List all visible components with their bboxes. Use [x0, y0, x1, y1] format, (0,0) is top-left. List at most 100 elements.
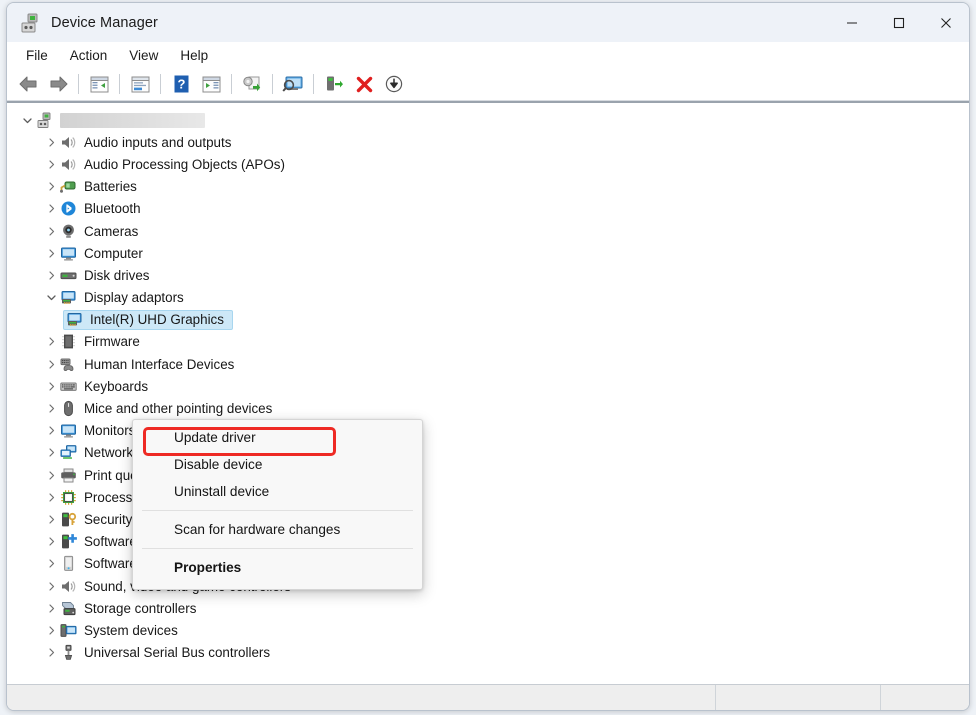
chevron-right-icon[interactable]	[43, 537, 60, 546]
chevron-right-icon[interactable]	[43, 404, 60, 413]
window-title: Device Manager	[51, 14, 158, 31]
device-manager-icon	[19, 12, 41, 34]
chevron-right-icon[interactable]	[43, 160, 60, 169]
tree-item-label: Mice and other pointing devices	[84, 401, 273, 417]
chevron-down-icon[interactable]	[43, 293, 60, 302]
chevron-right-icon[interactable]	[43, 360, 60, 369]
context-menu-item-disable-device[interactable]: Disable device	[133, 451, 422, 478]
tree-item-label: Firmware	[84, 334, 140, 350]
tree-item-universal-serial-bus-controllers[interactable]: Universal Serial Bus controllers	[7, 642, 969, 664]
tree-item-batteries[interactable]: Batteries	[7, 176, 969, 198]
chevron-down-icon[interactable]	[19, 116, 36, 125]
show-hide-console-tree-button[interactable]	[84, 71, 114, 98]
chevron-right-icon[interactable]	[43, 249, 60, 258]
scan-for-hardware-changes-button[interactable]	[278, 71, 308, 98]
forward-button[interactable]	[43, 71, 73, 98]
chevron-right-icon[interactable]	[43, 448, 60, 458]
tree-item-mice-and-other-pointing-devices[interactable]: Mice and other pointing devices	[7, 397, 969, 419]
tree-item-label: Keyboards	[84, 378, 149, 394]
menu-file[interactable]: File	[15, 45, 59, 66]
tree-item-display-adaptors[interactable]: Display adaptors	[7, 287, 969, 309]
menu-help[interactable]: Help	[169, 45, 219, 66]
battery-icon	[60, 178, 77, 195]
tree-item-label: Universal Serial Bus controllers	[84, 645, 271, 661]
update-driver-button[interactable]	[237, 71, 267, 98]
chevron-right-icon[interactable]	[43, 426, 60, 435]
enable-device-button[interactable]	[319, 71, 349, 98]
tree-item-label: Intel(R) UHD Graphics	[90, 312, 224, 328]
menu-view[interactable]: View	[118, 45, 169, 66]
menu-bar: File Action View Help	[7, 42, 969, 68]
tree-item-keyboards[interactable]: Keyboards	[7, 375, 969, 397]
tree-item-audio-processing-objects[interactable]: Audio Processing Objects (APOs)	[7, 153, 969, 175]
help-button[interactable]: ?	[166, 71, 196, 98]
device-context-menu[interactable]: Update driver Disable device Uninstall d…	[132, 419, 423, 590]
security-device-icon	[60, 511, 77, 528]
disk-drive-icon	[60, 267, 77, 284]
system-device-icon	[60, 622, 77, 639]
uninstall-device-button[interactable]	[349, 71, 379, 98]
tree-item-firmware[interactable]: Firmware	[7, 331, 969, 353]
tree-item-cameras[interactable]: Cameras	[7, 220, 969, 242]
tree-item-label: Bluetooth	[84, 201, 141, 217]
status-bar	[7, 684, 969, 710]
toolbar-separator	[160, 74, 161, 94]
device-tree-pane[interactable]: Audio inputs and outputs Audio Processin…	[7, 101, 969, 684]
tree-item-intel-uhd-graphics[interactable]: Intel(R) UHD Graphics	[7, 309, 969, 331]
chevron-right-icon[interactable]	[43, 515, 60, 524]
speaker-icon	[60, 156, 77, 173]
chevron-right-icon[interactable]	[43, 182, 60, 191]
device-manager-window: Device Manager File Action View Help ? A…	[6, 2, 970, 711]
toolbar-separator	[231, 74, 232, 94]
tree-item-human-interface-devices[interactable]: Human Interface Devices	[7, 353, 969, 375]
chevron-right-icon[interactable]	[43, 226, 60, 236]
tree-root-node[interactable]	[7, 109, 969, 131]
chevron-right-icon[interactable]	[43, 648, 60, 657]
status-bar-segment-2	[716, 685, 881, 710]
toolbar-separator	[313, 74, 314, 94]
maximize-button[interactable]	[875, 3, 922, 42]
minimize-button[interactable]	[828, 3, 875, 42]
display-adapter-icon	[66, 311, 83, 328]
tree-item-system-devices[interactable]: System devices	[7, 619, 969, 641]
chevron-right-icon[interactable]	[43, 337, 60, 347]
chevron-right-icon[interactable]	[43, 271, 60, 280]
properties-button[interactable]	[125, 71, 155, 98]
chevron-right-icon[interactable]	[43, 493, 60, 502]
tree-item-bluetooth[interactable]: Bluetooth	[7, 198, 969, 220]
chevron-right-icon[interactable]	[43, 581, 60, 591]
firmware-icon	[60, 333, 77, 350]
title-bar: Device Manager	[7, 3, 969, 42]
chevron-right-icon[interactable]	[43, 138, 60, 147]
tree-item-storage-controllers[interactable]: Storage controllers	[7, 597, 969, 619]
tree-item-disk-drives[interactable]: Disk drives	[7, 264, 969, 286]
chevron-right-icon[interactable]	[43, 626, 60, 635]
context-menu-item-scan-for-hardware-changes[interactable]: Scan for hardware changes	[133, 516, 422, 543]
status-bar-segment-3	[881, 685, 969, 710]
printer-icon	[60, 467, 77, 484]
toolbar-separator	[119, 74, 120, 94]
chevron-right-icon[interactable]	[43, 382, 60, 391]
context-menu-item-update-driver[interactable]: Update driver	[133, 424, 422, 451]
status-bar-message-area	[7, 685, 716, 710]
software-device-icon	[60, 555, 77, 572]
menu-action[interactable]: Action	[59, 45, 119, 66]
back-button[interactable]	[13, 71, 43, 98]
chevron-right-icon[interactable]	[43, 559, 60, 568]
show-hide-action-pane-button[interactable]	[196, 71, 226, 98]
tree-item-label: Audio inputs and outputs	[84, 134, 232, 150]
context-menu-item-uninstall-device[interactable]: Uninstall device	[133, 478, 422, 505]
usb-icon	[60, 644, 77, 661]
tree-item-audio-inputs-and-outputs[interactable]: Audio inputs and outputs	[7, 131, 969, 153]
tree-item-computer[interactable]: Computer	[7, 242, 969, 264]
chevron-right-icon[interactable]	[43, 604, 60, 613]
close-button[interactable]	[922, 3, 969, 42]
context-menu-separator	[142, 548, 413, 549]
add-legacy-hardware-button[interactable]	[379, 71, 409, 98]
chevron-right-icon[interactable]	[43, 204, 60, 213]
toolbar-separator	[78, 74, 79, 94]
chevron-right-icon[interactable]	[43, 470, 60, 480]
computer-name-redacted	[60, 112, 205, 128]
keyboard-icon	[60, 378, 77, 395]
context-menu-item-properties[interactable]: Properties	[133, 554, 422, 581]
